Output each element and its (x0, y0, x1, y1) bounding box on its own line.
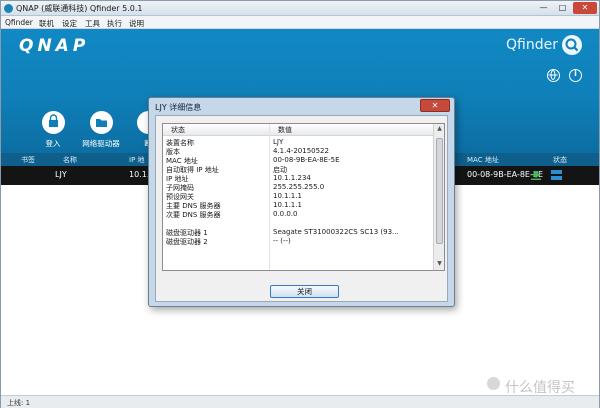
qfinder-window: QNAP (威联通科技) Qfinder 5.0.1 — □ ✕ Qfinder… (0, 0, 600, 408)
detail-row-dns1: 主要 DNS 服务器 10.1.1.1 (166, 201, 302, 210)
detail-row-mac: MAC 地址 00-08-9B-EA-8E-5E (166, 156, 340, 165)
menu-connect[interactable]: 联机 (39, 18, 54, 29)
details-grid-header: 状态 数值 (163, 124, 433, 136)
col-ip[interactable]: IP 地 (129, 155, 145, 165)
network-drive-label: 网络驱动器 (82, 139, 120, 148)
detail-row-dns2: 次要 DNS 服务器 0.0.0.0 (166, 210, 298, 219)
detail-row-disk1: 磁盘驱动器 1 Seagate ST31000322CS SC13 (93... (166, 228, 399, 237)
title-bar: QNAP (威联通科技) Qfinder 5.0.1 — □ ✕ (1, 1, 599, 16)
search-icon[interactable] (562, 35, 582, 55)
window-title: QNAP (威联通科技) Qfinder 5.0.1 (16, 4, 143, 13)
menu-qfinder[interactable]: Qfinder (5, 18, 33, 27)
folder-icon (89, 111, 113, 134)
header-status[interactable]: 状态 (171, 125, 185, 135)
detail-row-gateway: 预设网关 10.1.1.1 (166, 192, 302, 201)
scroll-down-arrow[interactable]: ▼ (434, 260, 444, 270)
col-status[interactable]: 状态 (553, 155, 567, 165)
info-icon[interactable]: i (569, 69, 582, 82)
globe-icon[interactable] (547, 69, 560, 82)
login-label: 登入 (45, 139, 61, 148)
status-text: 上线: 1 (7, 399, 31, 407)
detail-row-dhcp: 自动取得 IP 地址 启动 (166, 166, 287, 174)
qfinder-brand: Qfinder (506, 37, 558, 53)
dialog-body: 状态 数值 装置名称 LJY 版本 4.1.4-20150522 MAC 地址 00-… (155, 115, 448, 302)
menu-bar: Qfinder 联机 设定 工具 执行 说明 (1, 16, 599, 29)
header-value[interactable]: 数值 (278, 125, 292, 135)
scroll-up-arrow[interactable]: ▲ (434, 125, 444, 135)
detail-row-disk2: 磁盘驱动器 2 -- (--) (166, 237, 291, 246)
detail-row-blank (163, 219, 433, 228)
status-bar: 上线: 1 (1, 395, 599, 408)
dialog-title: LJY 详细信息 (155, 103, 202, 112)
watermark-logo-icon (487, 377, 500, 390)
dialog-close-button[interactable]: ✕ (420, 99, 450, 112)
scroll-thumb[interactable] (436, 138, 443, 244)
menu-execute[interactable]: 执行 (107, 18, 122, 29)
detail-row-device-name: 装置名称 LJY (166, 138, 284, 147)
details-dialog: LJY 详细信息 ✕ 状态 数值 装置名称 LJY 版本 4.1.4-2015052… (148, 97, 455, 307)
download-icon[interactable] (531, 171, 541, 180)
dialog-ok-button[interactable]: 关闭 (270, 285, 339, 298)
detail-row-subnet: 子网掩码 255.255.255.0 (166, 183, 325, 192)
login-button[interactable]: 登入 (28, 111, 78, 149)
detail-row-version: 版本 4.1.4-20150522 (166, 147, 329, 156)
watermark-text: 什么值得买 (505, 380, 575, 396)
maximize-button[interactable]: □ (554, 2, 571, 14)
col-favorite[interactable]: 书签 (21, 155, 35, 165)
minimize-button[interactable]: — (535, 2, 552, 14)
menu-tools[interactable]: 工具 (85, 18, 100, 29)
close-button[interactable]: ✕ (573, 2, 597, 14)
network-drive-button[interactable]: 网络驱动器 (76, 111, 126, 149)
col-mac[interactable]: MAC 地址 (467, 155, 499, 165)
menu-help[interactable]: 说明 (129, 18, 144, 29)
qnap-app-icon (4, 4, 13, 13)
qnap-logo: QNAP (19, 36, 90, 56)
login-icon (41, 111, 65, 134)
device-name: LJY (55, 170, 67, 179)
detail-row-ip: IP 地址 10.1.1.234 (166, 174, 311, 183)
network-status-icon[interactable] (550, 170, 563, 181)
col-name[interactable]: 名称 (63, 155, 77, 165)
menu-settings[interactable]: 设定 (62, 18, 77, 29)
details-grid: 状态 数值 装置名称 LJY 版本 4.1.4-20150522 MAC 地址 00-… (162, 123, 445, 271)
details-scrollbar[interactable]: ▲ ▼ (433, 124, 444, 270)
